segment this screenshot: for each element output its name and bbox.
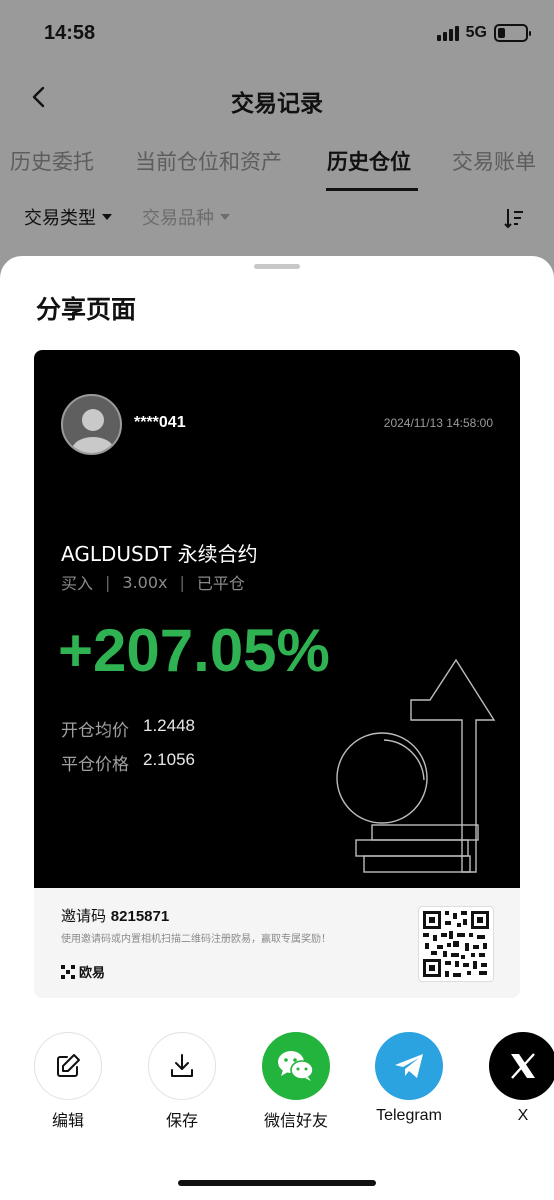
sheet-drag-handle[interactable] xyxy=(254,264,300,269)
divider: | xyxy=(105,572,111,592)
status-time: 14:58 xyxy=(44,22,96,44)
network-type: 5G xyxy=(465,24,487,41)
open-price-label: 开仓均价 xyxy=(61,721,129,741)
brand-logo: 欧易 xyxy=(61,962,105,981)
share-card: ****041 2024/11/13 14:58:00 AGLDUSDT 永续合… xyxy=(34,350,520,998)
share-x-label: X xyxy=(517,1107,529,1124)
share-card-top: ****041 2024/11/13 14:58:00 AGLDUSDT 永续合… xyxy=(34,350,520,888)
filter-instrument-label: 交易品种 xyxy=(142,208,214,229)
status-bar: 14:58 5G xyxy=(0,0,554,70)
close-price-row: 平仓价格 2.1056 xyxy=(61,750,195,775)
tab-position-history[interactable]: 历史仓位 xyxy=(327,146,411,176)
tab-bar: 历史委托 当前仓位和资产 历史仓位 交易账单 xyxy=(0,142,554,192)
home-indicator xyxy=(178,1180,376,1186)
close-price-label: 平仓价格 xyxy=(61,755,129,775)
share-x-button[interactable]: X xyxy=(463,1032,554,1125)
signal-icon xyxy=(436,25,459,41)
okx-logo-icon xyxy=(61,964,75,979)
close-price-value: 2.1056 xyxy=(143,750,195,769)
sort-icon[interactable] xyxy=(502,206,526,230)
telegram-icon xyxy=(375,1032,443,1100)
share-options: 编辑 保存 微信好友 Telegram X xyxy=(0,1032,554,1142)
qr-code-icon xyxy=(423,911,489,977)
share-telegram-button[interactable]: Telegram xyxy=(349,1032,469,1125)
tab-order-history[interactable]: 历史委托 xyxy=(10,146,94,176)
position-meta: 买入 | 3.00x | 已平仓 xyxy=(61,570,245,594)
user-avatar-icon xyxy=(72,409,114,453)
nav-bar: 交易记录 xyxy=(0,78,554,118)
position-status: 已平仓 xyxy=(196,574,245,593)
sheet-title: 分享页面 xyxy=(36,295,137,324)
share-wechat-button[interactable]: 微信好友 xyxy=(236,1032,356,1131)
invite-code-line: 邀请码 8215871 xyxy=(61,905,169,926)
filter-trade-type[interactable]: 交易类型 xyxy=(24,204,112,230)
brand-name: 欧易 xyxy=(79,966,106,981)
coin-arrow-illustration xyxy=(336,658,496,873)
caret-down-icon xyxy=(102,214,112,220)
page-title: 交易记录 xyxy=(231,91,323,117)
active-tab-indicator xyxy=(326,188,418,191)
share-edit-label: 编辑 xyxy=(51,1111,84,1130)
qr-code xyxy=(418,906,494,982)
share-wechat-label: 微信好友 xyxy=(263,1111,328,1130)
edit-icon xyxy=(34,1032,102,1100)
open-price-row: 开仓均价 1.2448 xyxy=(61,716,195,741)
filter-instrument[interactable]: 交易品种 xyxy=(142,204,230,230)
tab-bills[interactable]: 交易账单 xyxy=(452,146,536,176)
open-price-value: 1.2448 xyxy=(143,716,195,735)
share-sheet: 分享页面 ****041 2024/11/13 14:58:00 AGLDUSD… xyxy=(0,256,554,1200)
x-icon xyxy=(489,1032,554,1100)
invite-label: 邀请码 xyxy=(61,907,107,925)
share-save-button[interactable]: 保存 xyxy=(122,1032,242,1131)
avatar xyxy=(61,394,122,455)
username: ****041 xyxy=(134,414,186,431)
leverage: 3.00x xyxy=(122,572,168,592)
side: 买入 xyxy=(61,574,94,593)
caret-down-icon xyxy=(220,214,230,220)
filter-trade-type-label: 交易类型 xyxy=(24,208,96,229)
battery-icon xyxy=(494,24,531,42)
pnl-percentage: +207.05% xyxy=(58,617,330,684)
wechat-icon xyxy=(262,1032,330,1100)
filter-bar: 交易类型 交易品种 xyxy=(0,202,554,234)
divider: | xyxy=(179,572,185,592)
download-icon xyxy=(148,1032,216,1100)
share-telegram-label: Telegram xyxy=(376,1107,442,1124)
share-edit-button[interactable]: 编辑 xyxy=(8,1032,128,1131)
timestamp: 2024/11/13 14:58:00 xyxy=(383,416,493,430)
status-icons: 5G xyxy=(436,24,531,42)
share-save-label: 保存 xyxy=(165,1111,198,1130)
invite-description: 使用邀请码或内置相机扫描二维码注册欧易，赢取专属奖励！ xyxy=(61,934,331,945)
tab-current-positions[interactable]: 当前仓位和资产 xyxy=(135,146,282,176)
invite-code: 8215871 xyxy=(110,908,170,925)
trading-pair: AGLDUSDT 永续合约 xyxy=(61,542,258,566)
